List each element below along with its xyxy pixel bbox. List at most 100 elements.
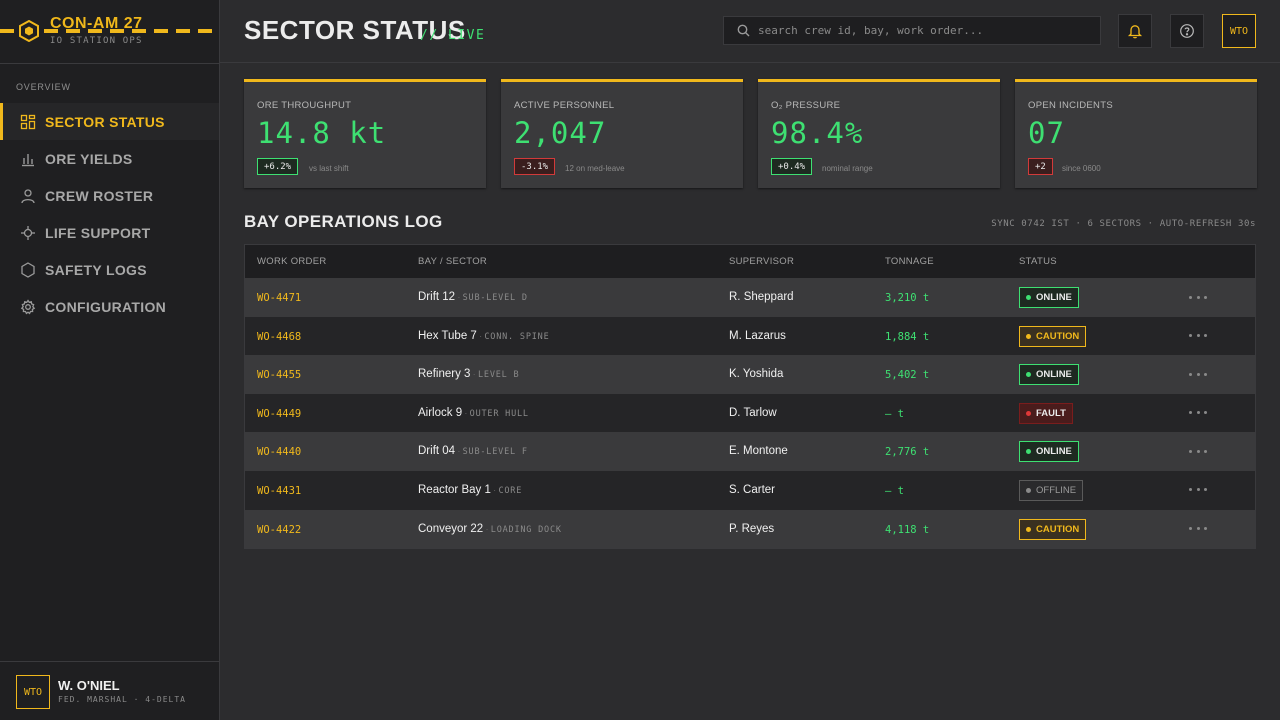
kpi-value: 2,047 xyxy=(514,116,607,150)
crosshair-icon xyxy=(20,225,36,241)
supervisor-name: E. Montone xyxy=(729,445,788,458)
column-header-supervisor[interactable]: SUPERVISOR xyxy=(729,256,794,267)
tonnage-value: 3,210 t xyxy=(885,292,930,304)
status-badge: OFFLINE xyxy=(1019,479,1084,501)
sidebar: CON-AM 27 IO STATION OPS OVERVIEW SECTOR… xyxy=(0,0,220,720)
help-button[interactable] xyxy=(1170,14,1204,48)
search-bar[interactable] xyxy=(723,16,1101,45)
kpi-delta-badge: -3.1% xyxy=(514,158,556,175)
sidebar-item-label: CREW ROSTER xyxy=(45,187,154,204)
kpi-note: vs last shift xyxy=(309,164,349,173)
column-header-bay-sector[interactable]: BAY / SECTOR xyxy=(418,256,487,267)
more-options-icon[interactable] xyxy=(1189,444,1207,458)
table-row[interactable]: WO-4468 Hex Tube 7 · CONN. SPINE M. Lazaru… xyxy=(245,316,1255,356)
brand-subtitle: IO STATION OPS xyxy=(50,36,143,46)
bay-cell: Hex Tube 7 · CONN. SPINE xyxy=(418,330,549,342)
kpi-note: nominal range xyxy=(822,164,873,173)
supervisor-name: S. Carter xyxy=(729,483,776,496)
status-label: ONLINE xyxy=(1036,446,1072,458)
brand[interactable]: CON-AM 27 IO STATION OPS xyxy=(0,0,219,64)
kpi-label: O₂ PRESSURE xyxy=(771,100,841,111)
sidebar-item-label: SECTOR STATUS xyxy=(45,113,165,130)
supervisor-name: K. Yoshida xyxy=(729,368,784,381)
table-row[interactable]: WO-4449 Airlock 9 · OUTER HULL D. Tarlow — … xyxy=(245,393,1255,433)
kpi-label: OPEN INCIDENTS xyxy=(1028,100,1113,111)
shield-icon xyxy=(20,261,36,278)
more-options-icon[interactable] xyxy=(1189,522,1207,536)
table-row[interactable]: WO-4455 Refinery 3 · LEVEL B K. Yoshida 5,4… xyxy=(245,355,1255,394)
separator: · xyxy=(462,407,470,418)
work-order-link[interactable]: WO-4431 xyxy=(257,485,301,497)
search-input[interactable] xyxy=(758,24,1100,37)
work-order-link[interactable]: WO-4422 xyxy=(257,524,301,536)
gear-icon xyxy=(20,298,36,315)
bay-sublevel: CORE xyxy=(498,485,523,496)
sidebar-item-configuration[interactable]: CONFIGURATION xyxy=(0,288,219,325)
user-menu-button[interactable]: WTO xyxy=(1222,14,1256,48)
sidebar-item-crew-roster[interactable]: CREW ROSTER xyxy=(0,177,219,214)
more-options-icon[interactable] xyxy=(1189,483,1207,497)
bay-cell: Refinery 3 · LEVEL B xyxy=(418,368,519,380)
status-badge: FAULT xyxy=(1019,402,1073,424)
sidebar-nav: SECTOR STATUS ORE YIELDS CREW ROSTER LIF… xyxy=(0,103,219,325)
status-label: ONLINE xyxy=(1036,292,1072,303)
sidebar-item-label: SAFETY LOGS xyxy=(45,261,147,278)
separator: · xyxy=(483,523,491,534)
table-row[interactable]: WO-4440 Drift 04 · SUB-LEVEL F E. Montone 2… xyxy=(245,432,1255,471)
bay-sublevel: OUTER HULL xyxy=(469,408,529,419)
status-badge: ONLINE xyxy=(1019,441,1079,463)
kpi-note: 12 on med-leave xyxy=(565,164,625,173)
search-icon xyxy=(737,24,750,37)
bar-chart-icon xyxy=(20,151,36,167)
more-options-icon[interactable] xyxy=(1189,367,1207,381)
bay-cell: Conveyor 22 · LOADING DOCK xyxy=(418,523,562,535)
grid-icon xyxy=(20,114,36,130)
bay-sublevel: CONN. SPINE xyxy=(484,331,550,342)
user-profile[interactable]: WTO W. O'NIEL FED. MARSHAL · 4-DELTA xyxy=(0,661,219,720)
work-order-link[interactable]: WO-4449 xyxy=(257,408,301,420)
bay-sublevel: LOADING DOCK xyxy=(490,524,562,535)
avatar: WTO xyxy=(16,675,50,709)
separator: · xyxy=(470,369,478,380)
work-order-link[interactable]: WO-4440 xyxy=(257,446,301,458)
bay-cell: Reactor Bay 1 · CORE xyxy=(418,484,522,496)
bell-icon xyxy=(1127,25,1143,39)
table-row[interactable]: WO-4431 Reactor Bay 1 · CORE S. Carter — t O… xyxy=(245,470,1255,510)
column-header-tonnage[interactable]: TONNAGE xyxy=(885,256,934,267)
table-row[interactable]: WO-4471 Drift 12 · SUB-LEVEL D R. Sheppard… xyxy=(245,278,1255,317)
bay-name: Drift 04 xyxy=(418,445,456,458)
more-options-icon[interactable] xyxy=(1189,290,1207,304)
sidebar-item-safety-logs[interactable]: SAFETY LOGS xyxy=(0,251,219,288)
kpi-label: ORE THROUGHPUT xyxy=(257,100,352,111)
more-options-icon[interactable] xyxy=(1189,329,1207,343)
sidebar-item-ore-yields[interactable]: ORE YIELDS xyxy=(0,140,219,177)
status-dot-icon xyxy=(1026,449,1031,455)
status-dot-icon xyxy=(1026,410,1031,416)
sidebar-item-label: LIFE SUPPORT xyxy=(45,224,151,241)
kpi-value: 98.4% xyxy=(771,116,864,150)
help-icon xyxy=(1180,24,1194,38)
status-dot-icon xyxy=(1026,372,1031,378)
status-label: CAUTION xyxy=(1036,523,1080,535)
work-order-link[interactable]: WO-4455 xyxy=(257,369,301,381)
more-options-icon[interactable] xyxy=(1189,406,1207,420)
bay-name: Hex Tube 7 xyxy=(418,329,477,342)
column-header-status[interactable]: STATUS xyxy=(1019,256,1057,267)
operations-table: WORK ORDER BAY / SECTOR SUPERVISOR TONNA… xyxy=(244,244,1256,550)
sidebar-item-life-support[interactable]: LIFE SUPPORT xyxy=(0,214,219,251)
sidebar-item-sector-status[interactable]: SECTOR STATUS xyxy=(0,103,219,140)
tonnage-value: 2,776 t xyxy=(885,446,930,459)
bay-cell: Drift 04 · SUB-LEVEL F xyxy=(418,445,528,457)
nav-section-label: OVERVIEW xyxy=(16,82,71,92)
kpi-card-active-personnel: ACTIVE PERSONNEL 2,047 -3.1% 12 on med-l… xyxy=(501,79,743,188)
kpi-delta-badge: +2 xyxy=(1028,158,1053,175)
work-order-link[interactable]: WO-4468 xyxy=(257,331,301,343)
bay-name: Reactor Bay 1 xyxy=(418,483,491,496)
supervisor-name: M. Lazarus xyxy=(729,329,786,342)
work-order-link[interactable]: WO-4471 xyxy=(257,292,301,304)
bay-name: Conveyor 22 xyxy=(418,522,484,535)
column-header-work-order[interactable]: WORK ORDER xyxy=(257,256,327,267)
table-row[interactable]: WO-4422 Conveyor 22 · LOADING DOCK P. Reye… xyxy=(245,509,1255,549)
notifications-button[interactable] xyxy=(1118,14,1152,48)
bay-name: Drift 12 xyxy=(418,291,456,303)
